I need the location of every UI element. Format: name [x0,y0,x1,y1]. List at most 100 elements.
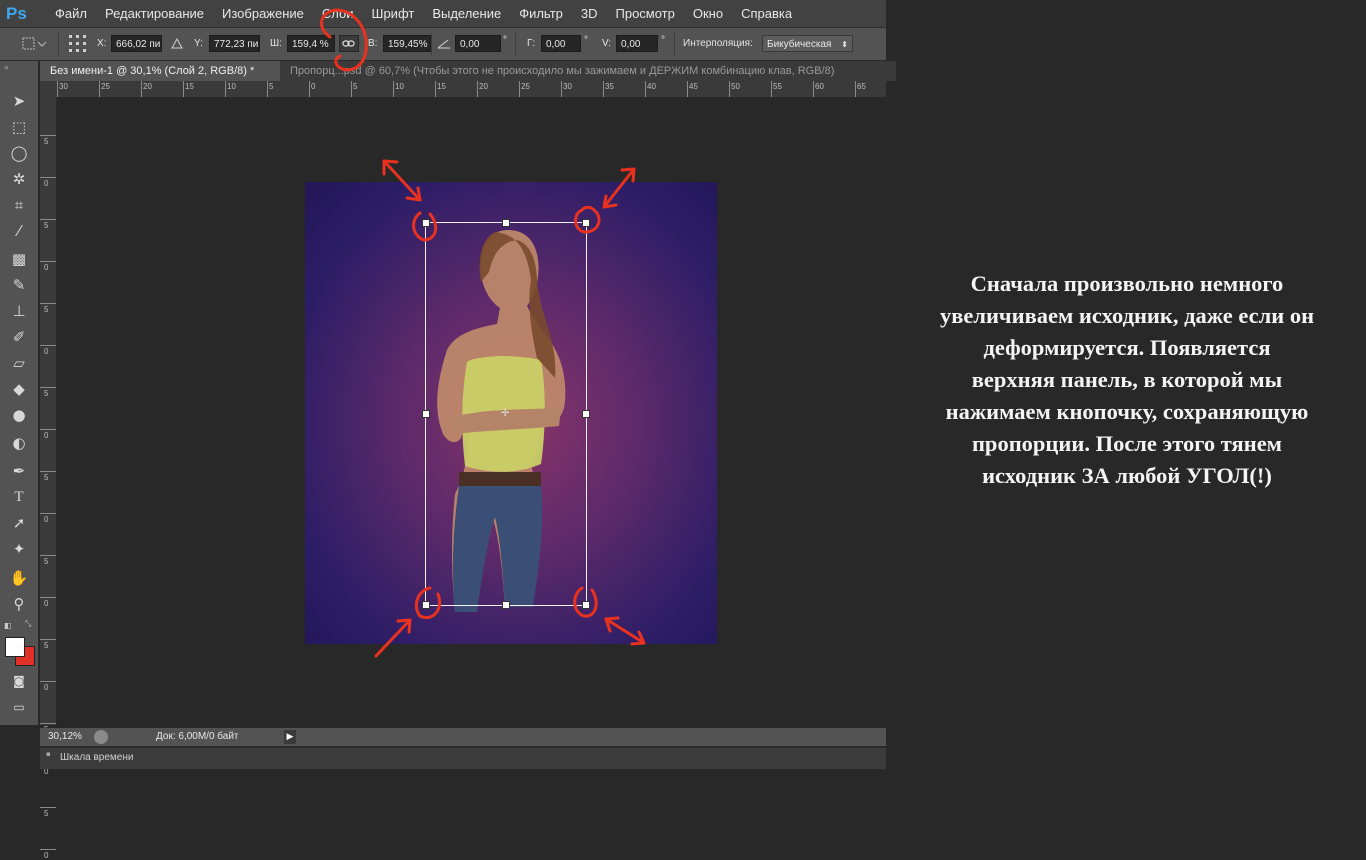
ruler-tick-label: 15 [437,82,446,91]
menu-type[interactable]: Шрифт [363,0,424,27]
ruler-tick-mark [519,81,520,97]
x-label: X: [97,38,107,49]
timeline-tab[interactable]: Шкала времени [60,752,133,763]
ruler-tick-label: 25 [101,82,110,91]
menu-file[interactable]: Файл [46,0,96,27]
separator [431,33,432,55]
horizontal-ruler[interactable]: 30 25 20 15 10 5 0 5 10 15 20 25 30 35 40 45 50 55 60 65 [57,81,886,98]
reference-point-crosshair-icon[interactable]: ✛ [501,409,509,419]
spinner-arrows-icon: ⬍ [841,40,848,49]
eyedropper-icon[interactable]: ⁄ [9,221,29,241]
handle-bottom-center[interactable] [502,601,510,609]
zoom-level[interactable]: 30,12% [48,731,82,742]
collapse-panel-icon[interactable]: » [4,63,9,72]
screen-mode-icon[interactable]: ▭ [9,697,29,717]
canvas-area[interactable]: ✛ [57,97,886,725]
y-field[interactable]: 772,23 пи [209,35,260,52]
height-field[interactable]: 159,45% [383,35,431,52]
magic-wand-icon[interactable]: ✲ [9,169,29,189]
move-icon[interactable]: ➤ [9,91,29,111]
timeline-panel: ▪ Шкала времени [40,747,886,769]
ruler-tick-label: 15 [185,82,194,91]
path-selection-icon[interactable]: ➚ [9,513,29,533]
paint-bucket-icon[interactable]: ◆ [9,379,29,399]
handle-bottom-right[interactable] [582,601,590,609]
menu-view[interactable]: Просмотр [607,0,684,27]
tab-document-active[interactable]: Без имени-1 @ 30,1% (Слой 2, RGB/8) * [40,61,287,81]
ruler-tick-mark [813,81,814,97]
crop-icon[interactable]: ⌗ [9,195,29,215]
interpolation-value: Бикубическая [767,39,832,50]
zoom-icon[interactable]: ⚲ [9,594,29,614]
vertical-ruler[interactable]: 505050505050505050 [40,97,57,860]
maintain-aspect-ratio-button[interactable] [339,35,359,52]
handle-middle-left[interactable] [422,410,430,418]
brush-icon[interactable]: ✎ [9,275,29,295]
ruler-tick-label: 5 [44,389,49,398]
quick-mask-icon[interactable]: ◙ [9,671,29,691]
interpolation-select[interactable]: Бикубическая ⬍ [762,35,853,52]
transform-tool-icon[interactable] [22,36,50,52]
ruler-tick-label: 45 [689,82,698,91]
swap-colors-icon[interactable]: ⤡ [25,619,31,629]
ruler-tick-mark [561,81,562,97]
ruler-tick-mark [40,429,56,430]
ruler-tick-mark [40,597,56,598]
ruler-tick-label: 5 [44,557,49,566]
hand-icon[interactable]: ✋ [9,568,29,588]
height-label: В: [368,38,378,49]
healing-brush-icon[interactable]: ▩ [9,249,29,269]
ruler-tick-mark [141,81,142,97]
ruler-tick-label: 0 [44,599,49,608]
clone-stamp-icon[interactable]: ⊥ [9,301,29,321]
shape-icon[interactable]: ✦ [9,539,29,559]
blur-icon[interactable]: ● [9,405,29,425]
menu-select[interactable]: Выделение [423,0,510,27]
reference-point-icon[interactable] [68,34,88,54]
menu-3d[interactable]: 3D [572,0,607,27]
handle-middle-right[interactable] [582,410,590,418]
hskew-field[interactable]: 0,00 [541,35,581,52]
marquee-icon[interactable]: ⬚ [9,117,29,137]
foreground-color-swatch[interactable] [5,637,25,657]
x-field[interactable]: 666,02 пи [111,35,162,52]
ruler-tick-mark [40,807,56,808]
ruler-tick-mark [40,471,56,472]
timeline-collapse-icon[interactable]: ▪ [46,750,51,758]
handle-top-left[interactable] [422,219,430,227]
handle-top-right[interactable] [582,219,590,227]
eraser-icon[interactable]: ▱ [9,353,29,373]
share-icon[interactable] [94,730,108,744]
dodge-icon[interactable]: ◐ [9,433,29,453]
menu-image[interactable]: Изображение [213,0,313,27]
ruler-tick-mark [477,81,478,97]
history-brush-icon[interactable]: ✐ [9,327,29,347]
ruler-tick-mark [40,219,56,220]
hskew-degree: ° [584,35,588,46]
default-colors-icon[interactable]: ◧ [4,621,12,630]
status-menu-arrow-icon[interactable]: ▶ [284,730,296,744]
ruler-tick-mark [435,81,436,97]
ruler-tick-label: 25 [521,82,530,91]
menu-layer[interactable]: Слои [313,0,363,27]
pen-icon[interactable]: ✒ [9,461,29,481]
ruler-tick-label: 5 [44,473,49,482]
delta-icon[interactable] [171,38,183,49]
ruler-tick-label: 0 [311,82,316,91]
menu-filter[interactable]: Фильтр [510,0,572,27]
handle-bottom-left[interactable] [422,601,430,609]
vskew-field[interactable]: 0,00 [616,35,658,52]
hskew-label: Г: [527,38,536,49]
lasso-icon[interactable]: ◯ [9,143,29,163]
ruler-tick-mark [393,81,394,97]
document-canvas[interactable]: ✛ [305,182,717,644]
menu-edit[interactable]: Редактирование [96,0,213,27]
menu-help[interactable]: Справка [732,0,801,27]
width-field[interactable]: 159,4 % [287,35,335,52]
ruler-tick-label: 5 [44,305,49,314]
type-icon[interactable]: T [9,487,29,507]
menu-window[interactable]: Окно [684,0,732,27]
tab-document-inactive[interactable]: Пропорц...psd @ 60,7% (Чтобы этого не пр… [280,61,896,81]
handle-top-center[interactable] [502,219,510,227]
angle-field[interactable]: 0,00 [455,35,501,52]
